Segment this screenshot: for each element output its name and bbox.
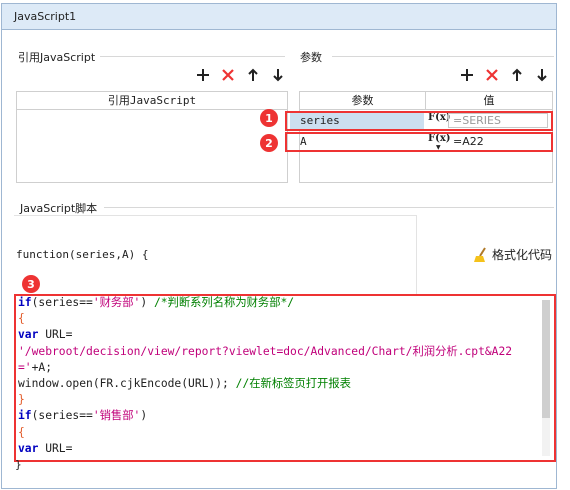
format-code-label: 格式化代码 [492, 248, 553, 262]
divider [332, 56, 554, 57]
value-column-header: 值 [483, 94, 495, 107]
format-code-button[interactable]: 格式化代码 [473, 246, 552, 263]
ref-js-table-header: 引用JavaScript [17, 92, 287, 110]
arrow-down-icon [537, 69, 547, 82]
move-up-ref-button[interactable] [245, 67, 261, 83]
plus-icon [197, 69, 209, 81]
params-table-header: 参数 值 [300, 92, 552, 110]
ref-js-column-header: 引用JavaScript [107, 94, 197, 107]
move-down-param-button[interactable] [534, 67, 550, 83]
highlight-box-1 [285, 111, 553, 131]
move-down-ref-button[interactable] [270, 67, 286, 83]
highlight-box-3 [14, 294, 556, 462]
arrow-down-icon [273, 69, 283, 82]
divider [100, 56, 285, 57]
delete-icon [222, 69, 234, 81]
arrow-up-icon [248, 68, 258, 81]
broom-icon [474, 246, 486, 262]
arrow-up-icon [512, 68, 522, 81]
function-signature: function(series,A) { [16, 248, 149, 261]
highlight-box-2 [285, 132, 553, 152]
add-param-button[interactable] [459, 67, 475, 83]
badge-3: 3 [22, 275, 40, 293]
ref-js-table[interactable]: 引用JavaScript [16, 91, 288, 183]
param-column-header: 参数 [300, 92, 426, 110]
move-up-param-button[interactable] [509, 67, 525, 83]
delete-ref-button[interactable] [220, 67, 236, 83]
delete-param-button[interactable] [484, 67, 500, 83]
tab-javascript1[interactable]: JavaScript1 [1, 3, 557, 29]
badge-1: 1 [260, 109, 278, 127]
add-ref-button[interactable] [195, 67, 211, 83]
params-section-label: 参数 [300, 51, 322, 64]
tab-title: JavaScript1 [14, 10, 77, 23]
script-section-label: JavaScript脚本 [20, 202, 98, 215]
closing-brace: } [15, 458, 22, 471]
plus-icon [461, 69, 473, 81]
delete-icon [486, 69, 498, 81]
divider [104, 207, 554, 208]
badge-2: 2 [260, 134, 278, 152]
tab-bar: JavaScript1 [0, 0, 570, 30]
ref-js-section-label: 引用JavaScript [18, 51, 96, 64]
